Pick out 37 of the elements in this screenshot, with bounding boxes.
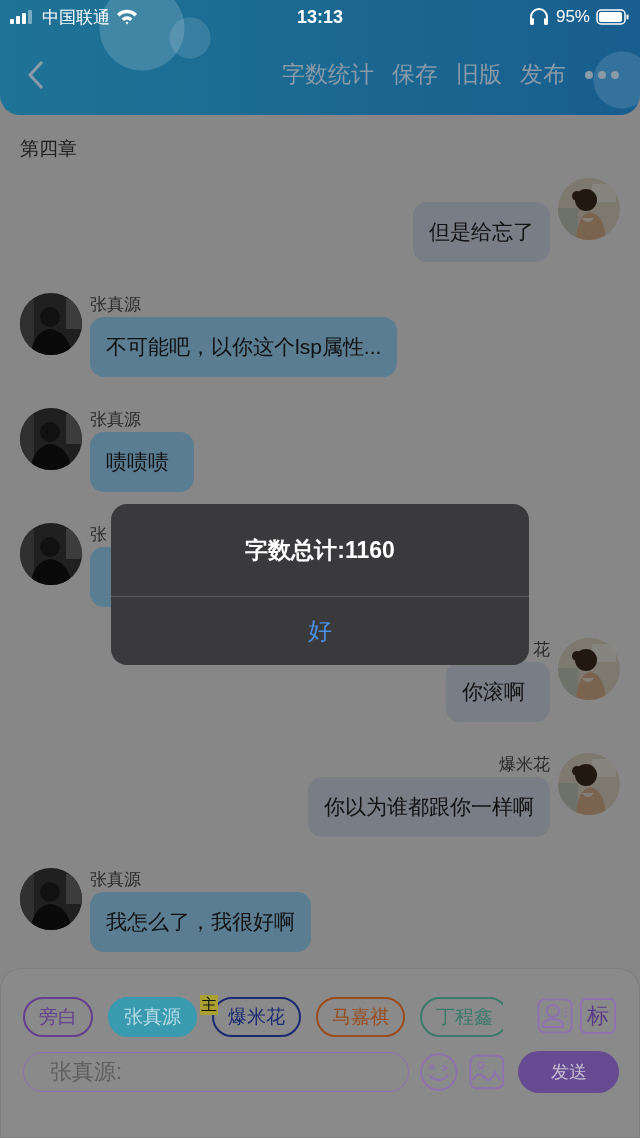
sender-name: 张真源 xyxy=(90,409,141,431)
clock-time: 13:13 xyxy=(296,6,343,28)
sender-name: 张 xyxy=(90,524,107,546)
header-action[interactable]: 保存 xyxy=(392,59,438,90)
header-action[interactable]: 发布 xyxy=(520,59,566,90)
header-action[interactable]: 字数统计 xyxy=(282,59,374,90)
emoji-icon[interactable] xyxy=(419,1052,459,1092)
person-card-icon[interactable] xyxy=(537,998,573,1034)
ok-button[interactable]: 好 xyxy=(111,597,529,665)
send-button[interactable]: 发送 xyxy=(518,1051,619,1093)
battery-icon xyxy=(596,9,630,25)
dialog-title: 字数总计:1160 xyxy=(111,504,529,597)
role-chip[interactable]: 丁程鑫 xyxy=(420,997,503,1037)
role-chip[interactable]: 旁白 xyxy=(23,997,93,1037)
more-icon[interactable] xyxy=(584,69,620,80)
carrier-name: 中国联通 xyxy=(42,6,110,29)
header-action[interactable]: 旧版 xyxy=(456,59,502,90)
wifi-icon xyxy=(116,9,138,25)
back-icon[interactable] xyxy=(26,58,46,91)
sender-name: 张真源 xyxy=(90,294,141,316)
role-chip[interactable]: 张真源 xyxy=(108,997,197,1037)
message-bubble: 你以为谁都跟你一样啊 xyxy=(308,777,550,837)
message-bubble: 但是给忘了 xyxy=(413,202,550,262)
message-bubble: 啧啧啧 xyxy=(90,432,194,492)
message-bubble: 你滚啊 xyxy=(446,662,550,722)
battery-percent: 95% xyxy=(555,7,590,27)
message-bubble: 不可能吧，以你这个lsp属性... xyxy=(90,317,398,377)
main-role-badge: 主 xyxy=(200,995,218,1015)
sender-name: 爆米花 xyxy=(499,754,550,776)
role-chip[interactable]: 马嘉祺 xyxy=(316,997,405,1037)
headphones-icon xyxy=(527,8,550,26)
sender-name: 张真源 xyxy=(90,869,141,891)
mark-button[interactable]: 标 xyxy=(580,998,616,1034)
message-bubble: 我怎么了，我很好啊 xyxy=(90,892,311,952)
image-icon[interactable] xyxy=(468,1054,505,1090)
chapter-title: 第四章 xyxy=(20,137,78,161)
sender-name: 花 xyxy=(533,639,550,661)
